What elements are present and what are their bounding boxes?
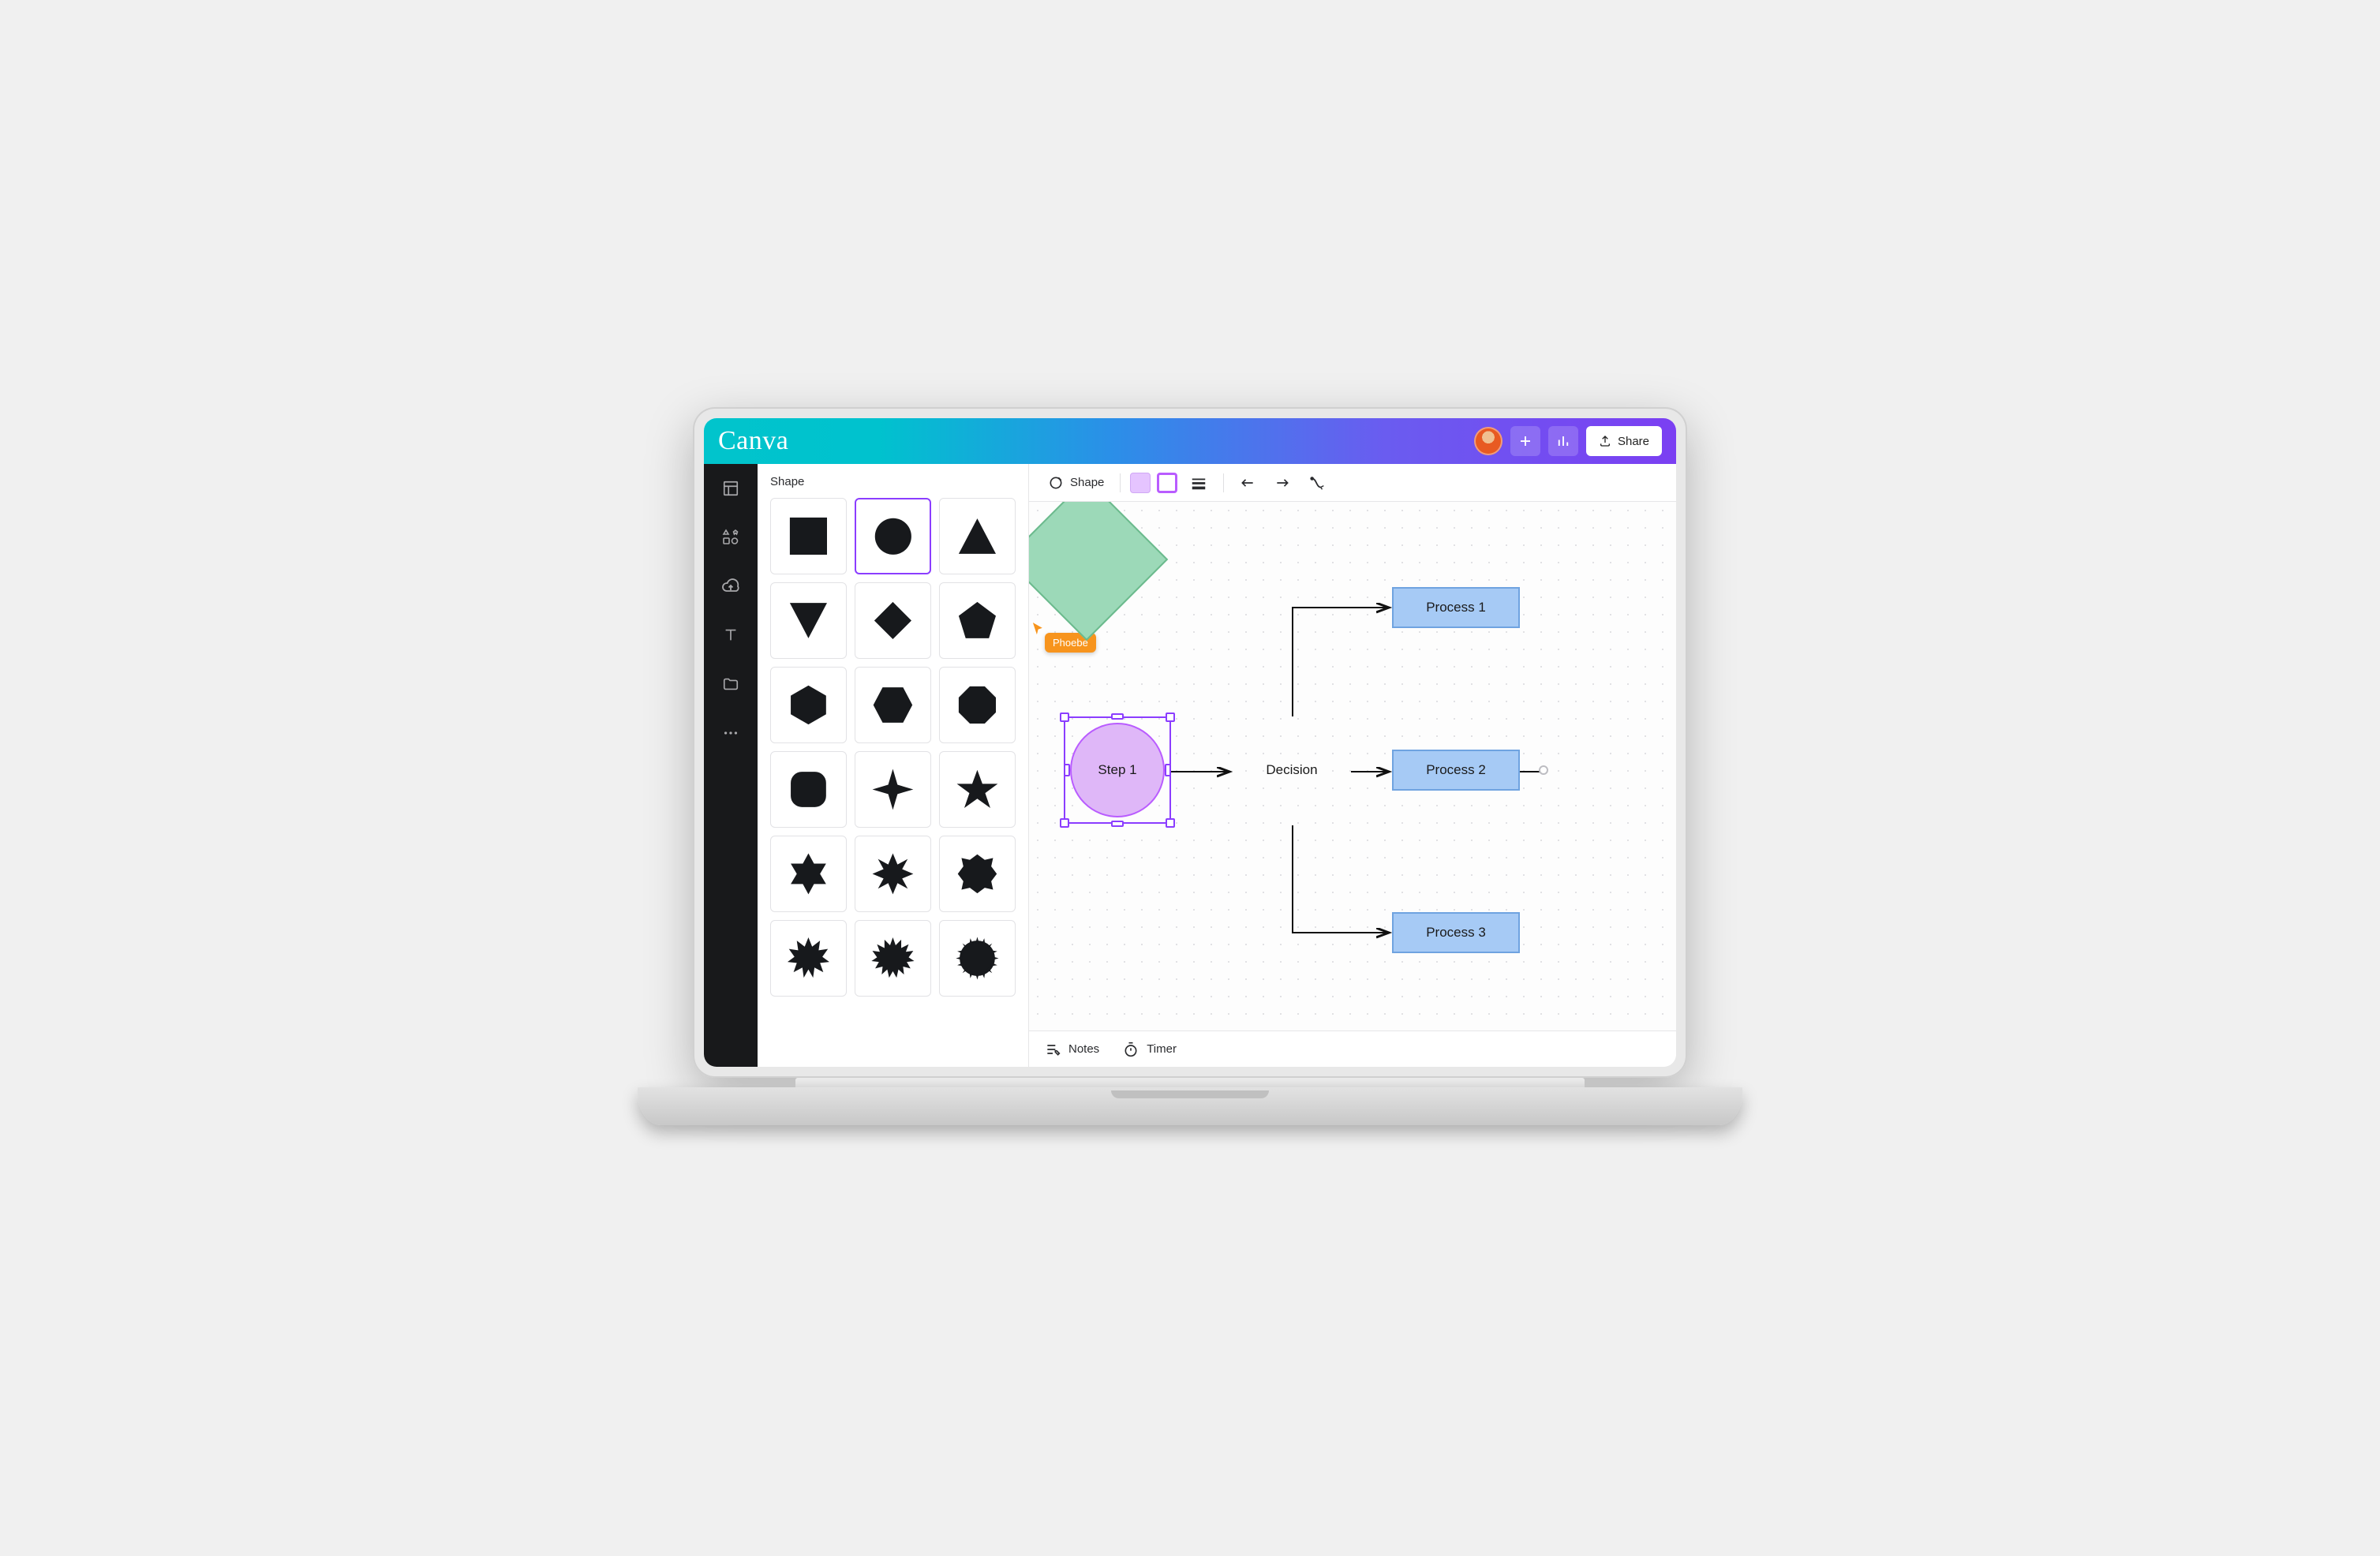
shape-hexagon-point[interactable]	[770, 667, 847, 743]
notes-icon	[1045, 1042, 1061, 1057]
topbar: Canva Share	[704, 418, 1676, 464]
cloud-upload-icon	[721, 577, 740, 596]
node-process-2[interactable]: Process 2	[1392, 750, 1520, 791]
line-weight-icon	[1190, 474, 1207, 492]
node-process-1-label: Process 1	[1426, 600, 1486, 615]
main-area: Shape	[1029, 464, 1676, 1067]
text-icon	[722, 627, 739, 644]
collaborator-cursor: Phoebe	[1031, 620, 1046, 638]
arrow-decision-to-p3	[1289, 825, 1397, 941]
arrow-right-icon	[1274, 475, 1290, 491]
node-process-3[interactable]: Process 3	[1392, 912, 1520, 953]
bar-chart-icon	[1556, 434, 1570, 448]
border-color-swatch[interactable]	[1157, 473, 1177, 493]
canvas-wrap: Phoebe	[1029, 502, 1676, 1030]
arrow-step-to-decision	[1165, 767, 1236, 776]
bottom-bar: Notes Timer	[1029, 1030, 1676, 1067]
rail-projects[interactable]	[720, 674, 741, 694]
canva-logo[interactable]: Canva	[718, 426, 788, 456]
circle-outline-icon	[1048, 475, 1064, 491]
laptop-base	[638, 1087, 1742, 1125]
shape-triangle[interactable]	[939, 498, 1016, 574]
context-toolbar: Shape	[1029, 464, 1676, 502]
border-weight-button[interactable]	[1184, 471, 1214, 495]
app-screen: Canva Share	[704, 418, 1676, 1067]
shape-type-button[interactable]: Shape	[1042, 472, 1110, 494]
plus-icon	[1518, 434, 1532, 448]
shape-pentagon[interactable]	[939, 582, 1016, 659]
rail-uploads[interactable]	[720, 576, 741, 597]
node-process-3-label: Process 3	[1426, 925, 1486, 941]
shape-triangle-down[interactable]	[770, 582, 847, 659]
connector-endpoint-handle[interactable]	[1539, 765, 1548, 775]
shape-diamond[interactable]	[855, 582, 931, 659]
arrow-decision-to-p2	[1351, 765, 1395, 778]
laptop-frame: Canva Share	[693, 407, 1687, 1078]
shape-star6[interactable]	[770, 836, 847, 912]
shape-rounded-octagon[interactable]	[770, 751, 847, 828]
elements-icon	[721, 528, 740, 547]
share-label: Share	[1618, 435, 1649, 448]
arrow-left-icon	[1240, 475, 1255, 491]
fill-color-swatch[interactable]	[1130, 473, 1151, 493]
shape-grid	[770, 498, 1016, 997]
shape-star5[interactable]	[939, 751, 1016, 828]
add-button[interactable]	[1510, 426, 1540, 456]
shape-star4[interactable]	[855, 751, 931, 828]
cursor-icon	[1031, 620, 1046, 638]
upload-icon	[1599, 435, 1611, 447]
shape-type-label: Shape	[1070, 476, 1104, 489]
shape-burst20[interactable]	[939, 920, 1016, 997]
folder-icon	[722, 675, 739, 693]
rail-elements[interactable]	[720, 527, 741, 548]
toolbar-divider	[1120, 473, 1121, 492]
shape-octagon[interactable]	[939, 667, 1016, 743]
shape-panel-title: Shape	[770, 475, 1016, 488]
arrow-left-button[interactable]	[1233, 472, 1262, 494]
avatar[interactable]	[1474, 427, 1502, 455]
selection-frame[interactable]	[1064, 716, 1171, 824]
share-button[interactable]: Share	[1586, 426, 1662, 456]
shape-panel: Shape	[758, 464, 1029, 1067]
node-process-2-label: Process 2	[1426, 762, 1486, 778]
canvas[interactable]: Phoebe	[1029, 502, 1676, 1030]
connector-icon	[1309, 474, 1327, 492]
node-decision-label: Decision	[1266, 762, 1317, 778]
shape-star8[interactable]	[855, 836, 931, 912]
shape-burst12[interactable]	[770, 920, 847, 997]
app-body: Shape	[704, 464, 1676, 1067]
analytics-button[interactable]	[1548, 426, 1578, 456]
shape-seal8[interactable]	[939, 836, 1016, 912]
node-process-1[interactable]: Process 1	[1392, 587, 1520, 628]
ellipsis-icon	[722, 724, 739, 742]
laptop-mockup: Canva Share	[638, 407, 1742, 1149]
rail-templates[interactable]	[720, 478, 741, 499]
left-rail	[704, 464, 758, 1067]
timer-label: Timer	[1147, 1042, 1177, 1056]
node-decision-diamond[interactable]	[1029, 502, 1168, 641]
shape-burst16[interactable]	[855, 920, 931, 997]
connector-button[interactable]	[1303, 471, 1333, 495]
shape-square[interactable]	[770, 498, 847, 574]
shape-circle[interactable]	[855, 498, 931, 574]
arrow-decision-to-p1	[1289, 601, 1397, 720]
timer-icon	[1123, 1042, 1139, 1057]
notes-button[interactable]: Notes	[1045, 1042, 1099, 1057]
templates-icon	[722, 480, 739, 497]
rail-more[interactable]	[720, 723, 741, 743]
shape-hexagon-flat[interactable]	[855, 667, 931, 743]
notes-label: Notes	[1068, 1042, 1099, 1056]
arrow-right-button[interactable]	[1268, 472, 1297, 494]
toolbar-divider	[1223, 473, 1224, 492]
rail-text[interactable]	[720, 625, 741, 645]
node-decision-label-wrap: Decision	[1234, 713, 1349, 828]
timer-button[interactable]: Timer	[1123, 1042, 1177, 1057]
